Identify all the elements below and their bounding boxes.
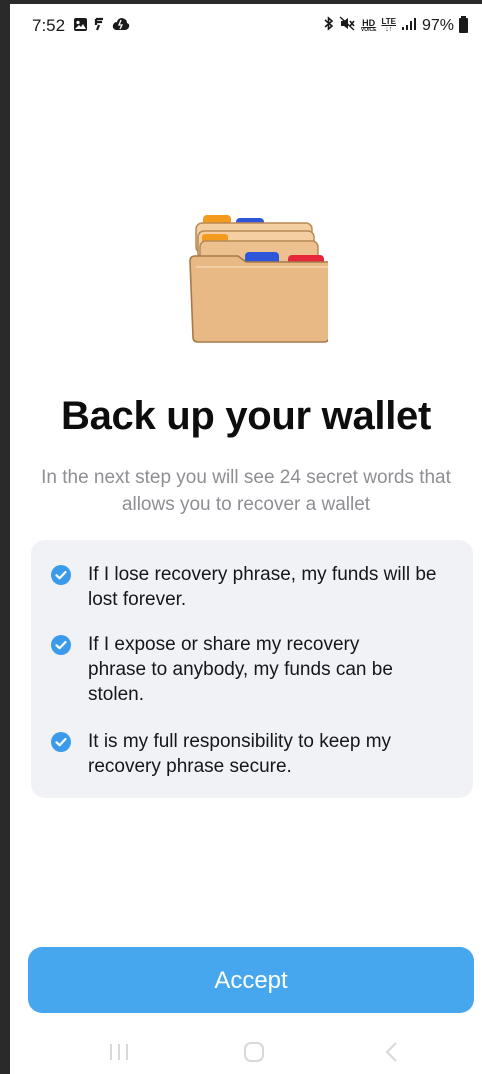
status-left-icons [73,17,130,37]
home-icon[interactable] [242,1040,266,1069]
voice-label: VOICE [360,26,377,33]
checkmark-icon [51,732,71,752]
checklist-text: If I lose recovery phrase, my funds will… [88,564,437,610]
cloud-icon [112,17,130,37]
status-bar: 7:52 HD VOICE LTE ↓↑ 97% [10,4,482,48]
lte-arrows: ↓↑ [385,25,393,33]
hd-voice-icon: HD VOICE [360,17,377,33]
system-nav-bar [10,1034,482,1074]
page-subtitle: In the next step you will see 24 secret … [41,467,451,515]
acknowledgement-card: If I lose recovery phrase, my funds will… [31,540,473,798]
gallery-icon [73,17,88,37]
back-icon[interactable] [382,1040,400,1069]
checklist-item[interactable]: If I expose or share my recovery phrase … [51,632,451,707]
mute-icon [339,16,356,35]
checkmark-icon [51,635,71,655]
status-time: 7:52 [32,16,66,35]
checkmark-icon [51,565,71,585]
recents-icon[interactable] [108,1042,130,1067]
wireless-charging-icon [94,17,106,37]
battery-percent: 97% [421,16,454,34]
phone-screen: 7:52 HD VOICE LTE ↓↑ 97% Back up your wa… [10,4,482,1074]
accept-button[interactable]: Accept [28,947,474,1013]
checklist-item[interactable]: It is my full responsibility to keep my … [51,729,451,779]
file-folders-icon [178,209,333,344]
lte-label: LTE [381,16,396,26]
page-title: Back up your wallet [61,394,431,438]
status-right-icons: HD VOICE LTE ↓↑ 97% [323,16,468,35]
signal-icon [401,17,417,35]
checklist-text: If I expose or share my recovery phrase … [88,634,393,705]
lte-icon: LTE ↓↑ [381,16,396,34]
checklist-item[interactable]: If I lose recovery phrase, my funds will… [51,562,451,612]
hd-label: HD [362,17,376,28]
bluetooth-icon [323,16,334,35]
battery-icon [459,16,468,33]
checklist-text: It is my full responsibility to keep my … [88,731,392,777]
